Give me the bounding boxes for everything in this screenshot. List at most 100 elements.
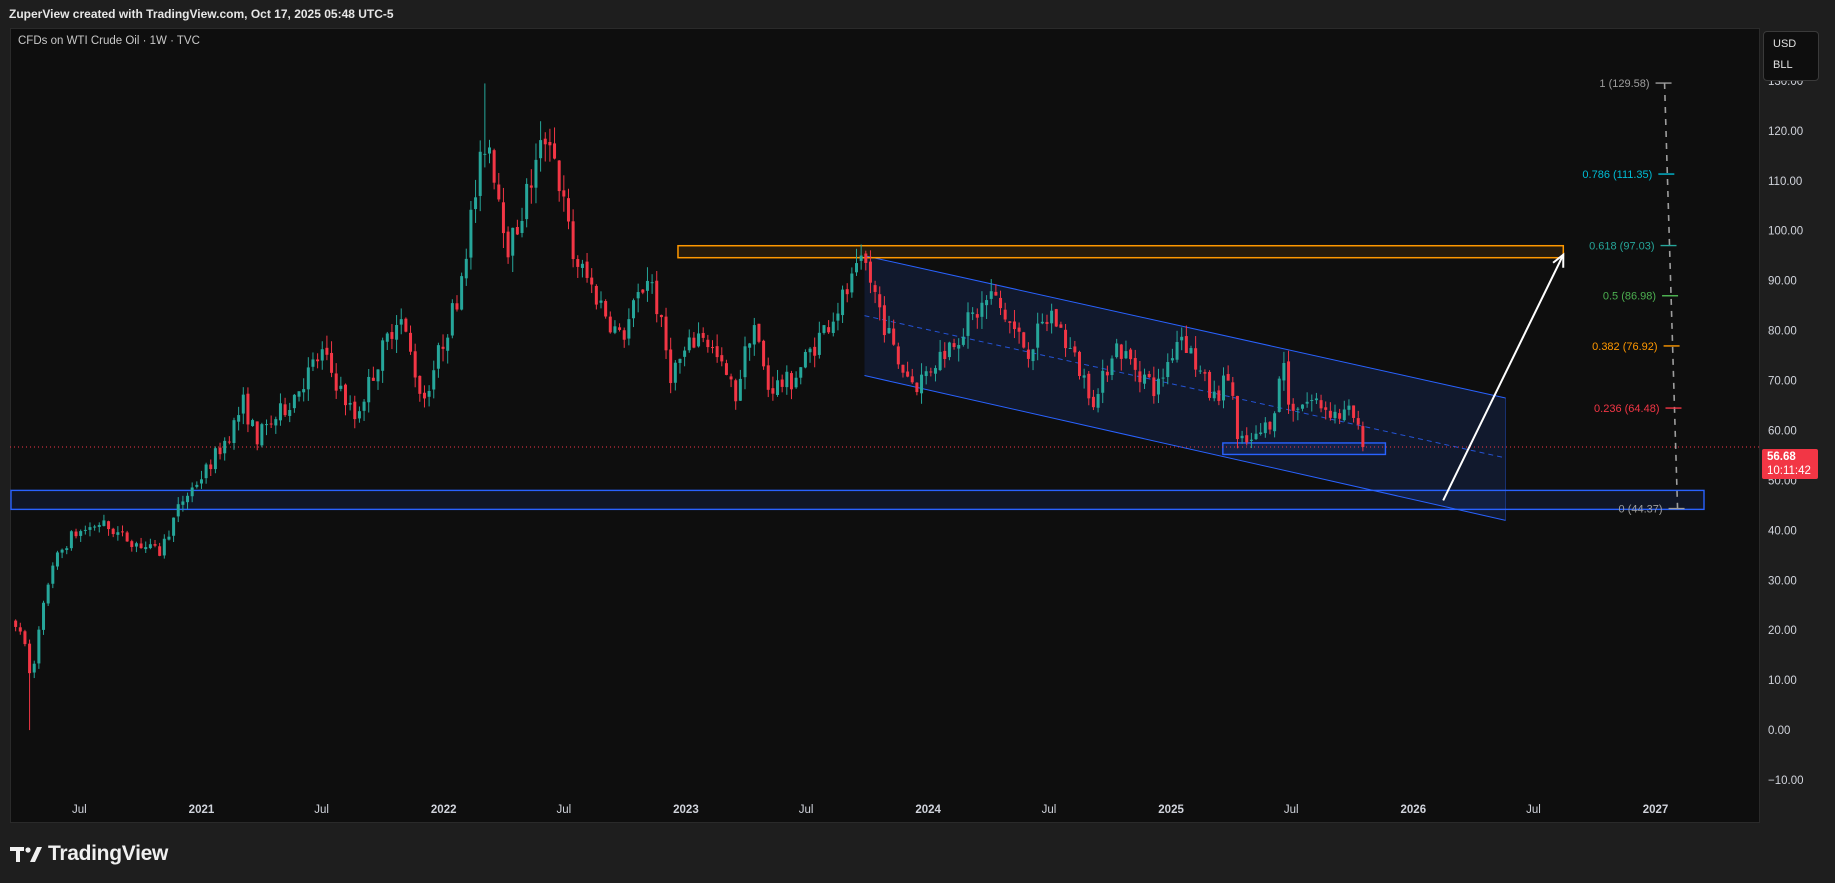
candle <box>288 402 292 423</box>
candle <box>618 323 622 332</box>
candle-body <box>924 371 928 377</box>
candle-body <box>604 301 608 317</box>
candle <box>260 422 264 448</box>
candle-body <box>167 536 171 540</box>
candle-body <box>548 141 552 146</box>
candle <box>111 527 115 538</box>
candle <box>632 298 636 328</box>
candle-body <box>1008 321 1012 323</box>
candle <box>14 619 18 632</box>
candle <box>399 308 403 335</box>
candle-body <box>1147 374 1151 378</box>
symbol-title[interactable]: CFDs on WTI Crude Oil · 1W · TVC <box>18 35 200 47</box>
candle-body <box>283 404 287 416</box>
bottom-bar <box>0 823 1835 883</box>
candle-body <box>1115 343 1119 358</box>
fib-level-label: 1 (129.58) <box>1599 78 1649 90</box>
candle-body <box>645 280 649 291</box>
candle <box>534 143 538 204</box>
candle <box>65 546 69 555</box>
candle-body <box>594 285 598 305</box>
candle <box>687 329 691 353</box>
candle <box>748 342 752 361</box>
candle-body <box>260 424 264 446</box>
candle-body <box>994 291 998 296</box>
candle <box>316 353 320 369</box>
candle-body <box>469 209 473 258</box>
candle <box>845 283 849 303</box>
fib-level-label: 0.618 (97.03) <box>1589 241 1654 253</box>
candle-body <box>181 501 185 505</box>
candle-body <box>1194 348 1198 370</box>
candle <box>83 525 87 535</box>
candle <box>474 179 478 223</box>
candle <box>125 530 129 542</box>
candle <box>413 343 417 388</box>
candle-body <box>325 347 329 355</box>
candle-body <box>246 393 250 425</box>
candle <box>669 337 673 394</box>
candle-body <box>130 541 134 547</box>
candle <box>831 312 835 337</box>
candle <box>915 382 919 396</box>
candle <box>88 522 92 537</box>
x-tick-label: Jul <box>314 804 329 816</box>
candle <box>46 582 50 607</box>
candle-body <box>116 532 120 535</box>
unit-selector[interactable]: USD BLL <box>1763 31 1819 81</box>
candle-body <box>1166 362 1170 378</box>
candle-body <box>1143 374 1147 384</box>
candle <box>720 347 724 367</box>
y-tick-label: 100.00 <box>1768 226 1803 238</box>
unit-label[interactable]: BLL <box>1764 59 1818 71</box>
candle <box>743 336 747 390</box>
candle <box>97 522 101 533</box>
candle <box>757 323 761 344</box>
candle <box>608 311 612 334</box>
candle-body <box>1254 433 1258 440</box>
candle-body <box>1096 394 1100 408</box>
candle <box>292 393 296 413</box>
y-tick-label: 80.00 <box>1768 326 1797 338</box>
candle <box>69 530 73 551</box>
candle-body <box>794 377 798 388</box>
candle-body <box>622 330 626 340</box>
candle-body <box>427 391 431 397</box>
candle <box>395 315 399 354</box>
chart-canvas[interactable]: 1 (129.58) 0.786 (111.35) 0.618 (97.03) 0.5… <box>0 0 1835 883</box>
candle-body <box>933 368 937 374</box>
candle-body <box>172 517 176 536</box>
candle <box>343 383 347 416</box>
candle <box>562 175 566 212</box>
candle-body <box>353 401 357 420</box>
candle-body <box>371 377 375 381</box>
candle-body <box>1310 400 1314 402</box>
candle <box>55 550 59 570</box>
candle-body <box>525 183 529 220</box>
tradingview-logo-icon <box>10 847 42 862</box>
candle <box>571 209 575 268</box>
candle-body <box>1305 401 1309 404</box>
candle-body <box>487 147 491 154</box>
candle-body <box>808 348 812 353</box>
candle-body <box>74 531 78 537</box>
candle <box>409 325 413 355</box>
candle-body <box>553 143 557 159</box>
candle-body <box>766 365 770 390</box>
candle-body <box>497 184 501 200</box>
candle <box>255 421 259 451</box>
candle-body <box>125 532 129 542</box>
candle <box>162 534 166 559</box>
candle-body <box>483 153 487 155</box>
candle-body <box>590 277 594 285</box>
candle <box>134 541 138 553</box>
tradingview-brand[interactable]: TradingView <box>10 840 168 868</box>
candle <box>636 283 640 313</box>
candle-body <box>1208 371 1212 398</box>
candle-body <box>910 376 914 383</box>
candle-body <box>618 327 622 330</box>
candle <box>645 267 649 302</box>
currency-label[interactable]: USD <box>1764 38 1818 50</box>
candle-body <box>422 392 426 399</box>
candle-body <box>37 629 41 664</box>
